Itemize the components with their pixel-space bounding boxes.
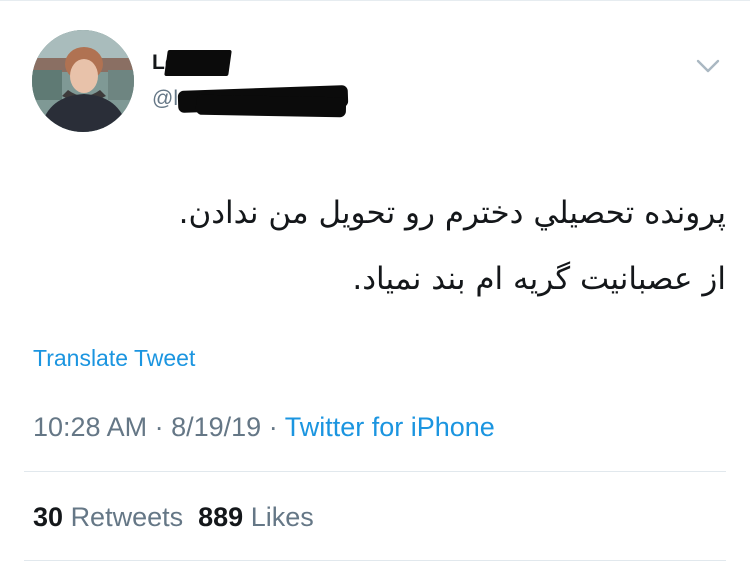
tweet-time[interactable]: 10:28 AM (33, 412, 147, 442)
like-count: 889 (198, 502, 244, 532)
separator: · (268, 412, 278, 442)
tweet-text: پرونده تحصيلي دخترم رو تحويل من ندادن. ا… (40, 180, 726, 312)
top-divider (0, 0, 750, 1)
avatar[interactable] (32, 30, 134, 132)
tweet-text-line: پرونده تحصيلي دخترم رو تحويل من ندادن. (178, 195, 726, 231)
chevron-down-icon[interactable] (694, 52, 722, 80)
divider (24, 560, 726, 561)
author-handle[interactable]: @l (152, 86, 178, 112)
likes-label: Likes (250, 502, 314, 532)
tweet-text-line: از عصبانيت گريه ام بند نمياد. (352, 261, 726, 297)
retweets-stat[interactable]: 30 Retweets (33, 502, 183, 532)
retweet-count: 30 (33, 502, 64, 532)
tweet-metadata: 10:28 AM · 8/19/19 · Twitter for iPhone (33, 410, 495, 444)
engagement-stats: 30 Retweets 889 Likes (33, 500, 314, 534)
tweet-date[interactable]: 8/19/19 (171, 412, 261, 442)
translate-tweet-link[interactable]: Translate Tweet (33, 344, 195, 372)
likes-stat[interactable]: 889 Likes (198, 502, 314, 532)
separator: · (154, 412, 164, 442)
divider (24, 471, 726, 472)
retweets-label: Retweets (70, 502, 184, 532)
handle-redaction (195, 94, 347, 118)
avatar-photo (32, 30, 134, 132)
name-redaction (164, 50, 232, 76)
tweet-source-link[interactable]: Twitter for iPhone (285, 412, 495, 442)
